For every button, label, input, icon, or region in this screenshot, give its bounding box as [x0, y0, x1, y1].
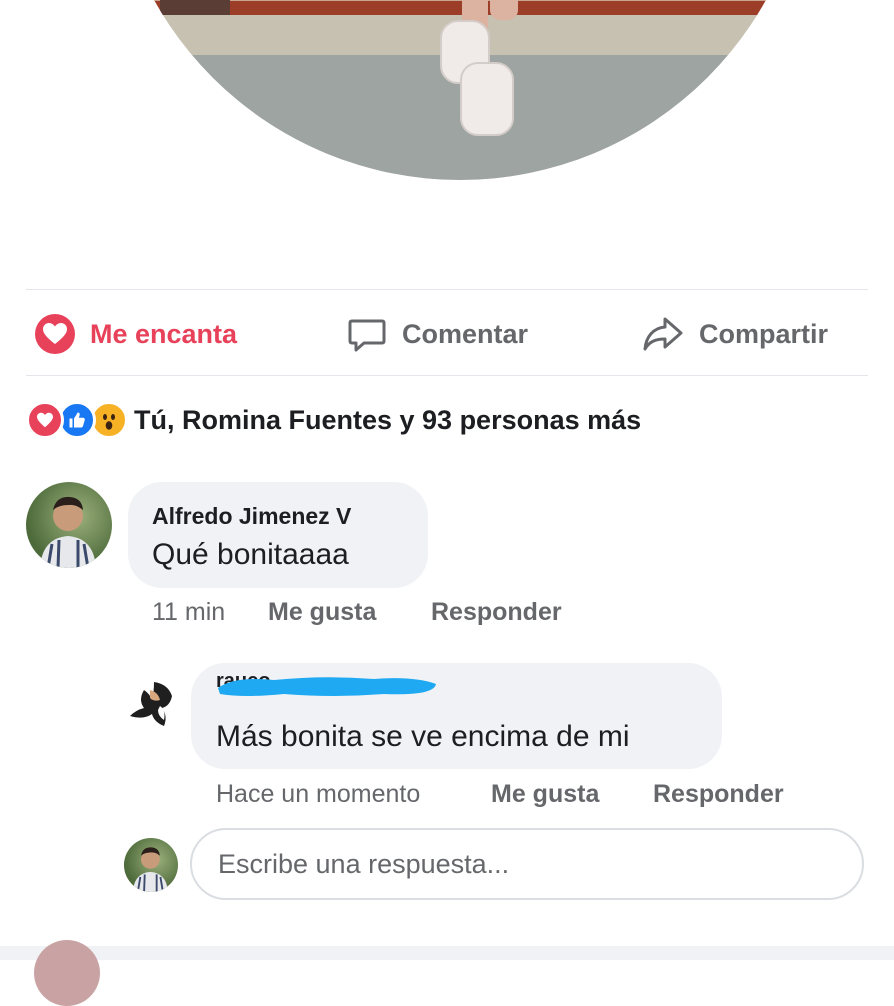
current-user-avatar — [124, 838, 178, 892]
post-photo[interactable] — [110, 0, 810, 180]
share-label: Compartir — [699, 318, 829, 349]
comment-button[interactable]: Comentar — [346, 308, 528, 360]
next-comment-avatar[interactable] — [34, 940, 100, 1006]
current-user-avatar-image — [132, 847, 168, 892]
comment-timestamp[interactable]: 11 min — [152, 598, 225, 627]
avatar-person — [40, 496, 96, 568]
reply-timestamp[interactable]: Hace un momento — [216, 780, 420, 809]
feed-separator — [0, 946, 894, 960]
share-button[interactable]: Compartir — [641, 308, 828, 360]
reply-reply-button[interactable]: Responder — [653, 780, 784, 809]
comment-label: Comentar — [402, 318, 529, 349]
share-arrow-icon — [641, 313, 685, 355]
love-button[interactable]: Me encanta — [34, 308, 237, 360]
comment-text: Qué bonitaaaa — [152, 538, 349, 571]
heart-icon — [34, 313, 76, 355]
reply-like-button[interactable]: Me gusta — [491, 780, 599, 809]
leg-left — [490, 0, 518, 20]
divider-bottom — [26, 375, 868, 376]
wall-shadow — [160, 0, 230, 15]
comment-bubble[interactable] — [128, 482, 428, 588]
divider-top — [26, 289, 868, 290]
reply-avatar[interactable] — [124, 676, 180, 732]
avatar[interactable] — [26, 482, 112, 568]
comment-reply-button[interactable]: Responder — [431, 598, 562, 627]
speech-bubble-icon — [346, 313, 388, 355]
heart-icon — [26, 401, 64, 439]
comment-like-button[interactable]: Me gusta — [268, 598, 376, 627]
shoe-right — [460, 62, 514, 136]
reply-avatar-image — [130, 682, 172, 726]
comment-author[interactable]: Alfredo Jimenez V — [152, 503, 351, 530]
reply-input-placeholder: Escribe una respuesta... — [218, 848, 510, 879]
redaction-scribble — [218, 677, 436, 696]
reply-text: Más bonita se ve encima de mi — [216, 720, 630, 753]
reply-input[interactable]: Escribe una respuesta... — [190, 828, 864, 900]
reactions-text[interactable]: Tú, Romina Fuentes y 93 personas más — [134, 405, 641, 436]
love-label: Me encanta — [90, 318, 238, 349]
reactions-summary[interactable]: Tú, Romina Fuentes y 93 personas más — [26, 398, 641, 442]
